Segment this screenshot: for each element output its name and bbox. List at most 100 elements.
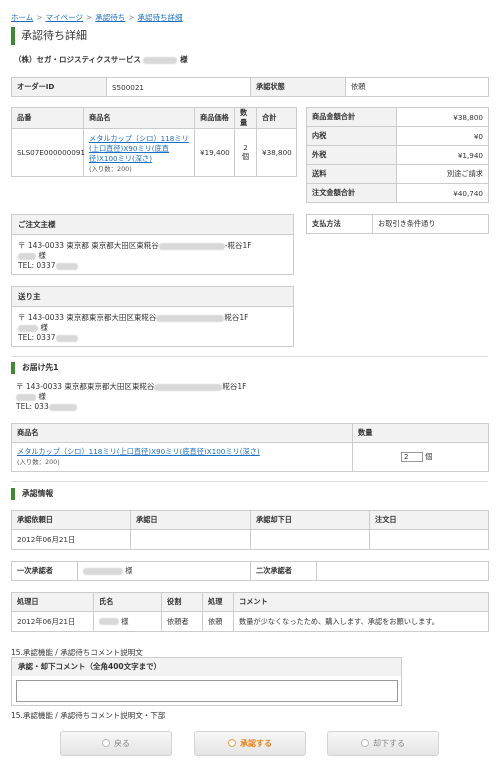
col-header-code: 品番 bbox=[11, 107, 84, 129]
breadcrumb-separator: > bbox=[85, 13, 93, 22]
approve-button[interactable]: 承認する bbox=[194, 731, 306, 756]
orderer-box: ご注文主様 〒 143-0033 東京都 東京都大田区東糀谷 -糀谷1F 様 TE… bbox=[11, 214, 294, 275]
approve-icon bbox=[228, 738, 236, 747]
approval-dates-table: 承認依頼日 承認日 承認却下日 注文日 2012年06月21日 bbox=[11, 510, 489, 550]
breadcrumb: ホーム > マイページ > 承認待ち > 承認待ち詳細 bbox=[11, 12, 183, 23]
request-date-value: 2012年06月21日 bbox=[11, 529, 131, 550]
approve-button-label: 承認する bbox=[240, 739, 272, 748]
approvers-table: 一次承認者 様 二次承認者 bbox=[11, 561, 489, 581]
col-header-approved-date: 承認日 bbox=[130, 510, 251, 530]
summary-table: 商品金額合計 ¥38,800 内税 ¥0 外税 ¥1,940 送料 別途ご請求 注文金額… bbox=[306, 107, 489, 203]
summary-value: ¥0 bbox=[396, 126, 489, 146]
approval-status-value: 依頼 bbox=[345, 77, 489, 97]
breadcrumb-mypage-link[interactable]: マイページ bbox=[46, 13, 83, 22]
summary-value: 別途ご請求 bbox=[396, 164, 489, 184]
col-header-price: 商品価格 bbox=[194, 107, 235, 129]
orderer-address: 〒 143-0033 東京都 東京都大田区東糀谷 -糀谷1F bbox=[18, 241, 287, 251]
reject-button[interactable]: 却下する bbox=[327, 731, 439, 756]
redacted-text bbox=[158, 242, 225, 250]
redacted-text bbox=[154, 383, 223, 391]
company-suffix: 様 bbox=[180, 55, 188, 64]
summary-row: 商品金額合計 ¥38,800 bbox=[306, 107, 489, 127]
back-button-label: 戻る bbox=[114, 739, 130, 748]
orderer-address-tail: -糀谷1F bbox=[224, 241, 252, 250]
col-header-name: 商品名 bbox=[83, 107, 195, 129]
breadcrumb-separator: > bbox=[36, 13, 43, 22]
first-approver-suffix: 様 bbox=[125, 566, 133, 575]
history-comment: 数量が少なくなったため、購入します、承認をお願いします。 bbox=[233, 611, 489, 632]
breadcrumb-home-link[interactable]: ホーム bbox=[11, 13, 33, 22]
table-row: 2012年06月21日 様 依頼者 依頼 数量が少なくなったため、購入します、承… bbox=[11, 611, 489, 632]
summary-row: 内税 ¥0 bbox=[306, 126, 489, 146]
payment-value: お取引き条件通り bbox=[372, 214, 489, 234]
delivery-item-link[interactable]: メタルカップ（シロ）118ミリ(上口直径)X90ミリ(底直径)X100ミリ(深さ… bbox=[17, 447, 347, 457]
delivery-tel: TEL: 033 bbox=[16, 402, 246, 412]
breadcrumb-current[interactable]: 承認待ち詳細 bbox=[138, 13, 183, 22]
item-total: ¥38,800 bbox=[256, 128, 297, 177]
table-row: SLS07E000000091 メタルカップ（シロ）118ミリ(上口直径)X90… bbox=[11, 128, 297, 177]
item-name-link[interactable]: メタルカップ（シロ）118ミリ(上口直径)X90ミリ(底直径)X100ミリ(深さ… bbox=[89, 134, 189, 164]
summary-row: 注文金額合計 ¥40,740 bbox=[306, 183, 489, 203]
second-approver-value bbox=[316, 561, 489, 581]
history-action: 依頼 bbox=[202, 611, 234, 632]
item-qty: 2 個 bbox=[234, 128, 257, 177]
order-id-label: オーダーID bbox=[11, 77, 107, 97]
payment-table: 支払方法 お取引き条件通り bbox=[306, 214, 489, 234]
col-header-rejected-date: 承認却下日 bbox=[250, 510, 370, 530]
redacted-text bbox=[143, 56, 178, 64]
col-header-total: 合計 bbox=[256, 107, 297, 129]
delivery-tel-text: TEL: 033 bbox=[16, 402, 49, 411]
summary-label: 商品金額合計 bbox=[306, 107, 397, 127]
summary-label: 外税 bbox=[306, 145, 397, 165]
item-code: SLS07E000000091 bbox=[11, 128, 85, 177]
sender-tel-text: TEL: 0337 bbox=[18, 333, 56, 342]
sender-address-tail: 糀谷1F bbox=[224, 313, 249, 322]
sender-title: 送り主 bbox=[12, 287, 293, 307]
page-title: 承認待ち詳細 bbox=[11, 27, 488, 45]
item-price: ¥19,400 bbox=[194, 128, 235, 177]
quantity-input[interactable]: 2 bbox=[401, 452, 423, 462]
comment-description-bottom: 15.承認機能 / 承認待ちコメント説明文・下部 bbox=[11, 711, 166, 720]
col-header-comment: コメント bbox=[233, 592, 489, 612]
redacted-text bbox=[18, 252, 36, 260]
sender-address: 〒 143-0033 東京都東京都大田区東糀谷 糀谷1F bbox=[18, 313, 287, 323]
col-header-role: 役割 bbox=[161, 592, 203, 612]
orderer-tel: TEL: 0337 bbox=[18, 261, 287, 271]
sender-address-text: 〒 143-0033 東京都東京都大田区東糀谷 bbox=[18, 313, 157, 322]
redacted-text bbox=[83, 567, 123, 575]
comment-textarea[interactable] bbox=[16, 680, 398, 702]
redacted-text bbox=[16, 393, 36, 401]
redacted-text bbox=[156, 314, 225, 322]
summary-label: 送料 bbox=[306, 164, 397, 184]
comment-label: 承認・却下コメント（全角400文字まで） bbox=[12, 658, 401, 676]
approval-status-label: 承認状態 bbox=[250, 77, 346, 97]
delivery-address-block: 〒 143-0033 東京都東京都大田区東糀谷 糀谷1F 様 TEL: 033 bbox=[16, 382, 246, 412]
history-name-suffix: 様 bbox=[121, 616, 129, 626]
orderer-name-suffix: 様 bbox=[38, 251, 46, 260]
orderer-tel-text: TEL: 0337 bbox=[18, 261, 56, 270]
back-icon bbox=[102, 738, 110, 747]
breadcrumb-separator: > bbox=[128, 13, 135, 22]
col-header-action: 処理 bbox=[202, 592, 234, 612]
delivery-item-note: (入り数：200) bbox=[17, 458, 60, 466]
breadcrumb-pending-link[interactable]: 承認待ち bbox=[95, 13, 125, 22]
delivery-address-tail: 糀谷1F bbox=[222, 382, 247, 391]
summary-label: 内税 bbox=[306, 126, 397, 146]
company-name: （株）セガ・ロジスティクスサービス 様 bbox=[14, 54, 188, 65]
delivery-items-table: 商品名 数量 メタルカップ（シロ）118ミリ(上口直径)X90ミリ(底直径)X1… bbox=[11, 423, 489, 472]
redacted-text bbox=[18, 324, 38, 332]
summary-value: ¥38,800 bbox=[396, 107, 489, 127]
approval-history-table: 処理日 氏名 役割 処理 コメント 2012年06月21日 様 依頼者 依頼 数… bbox=[11, 592, 489, 632]
table-row: 2012年06月21日 bbox=[11, 529, 489, 550]
order-info-table: オーダーID S500021 承認状態 依頼 bbox=[11, 77, 489, 97]
payment-label: 支払方法 bbox=[306, 214, 373, 234]
approved-date-value bbox=[130, 529, 251, 550]
second-approver-label: 二次承認者 bbox=[250, 561, 317, 581]
summary-value: ¥40,740 bbox=[396, 183, 489, 203]
col-header-person-name: 氏名 bbox=[93, 592, 162, 612]
company-name-text: （株）セガ・ロジスティクスサービス bbox=[14, 55, 141, 64]
back-button[interactable]: 戻る bbox=[60, 731, 172, 756]
first-approver-value: 様 bbox=[77, 561, 251, 581]
orderer-title: ご注文主様 bbox=[12, 215, 293, 235]
delivery-name: 様 bbox=[16, 392, 246, 402]
